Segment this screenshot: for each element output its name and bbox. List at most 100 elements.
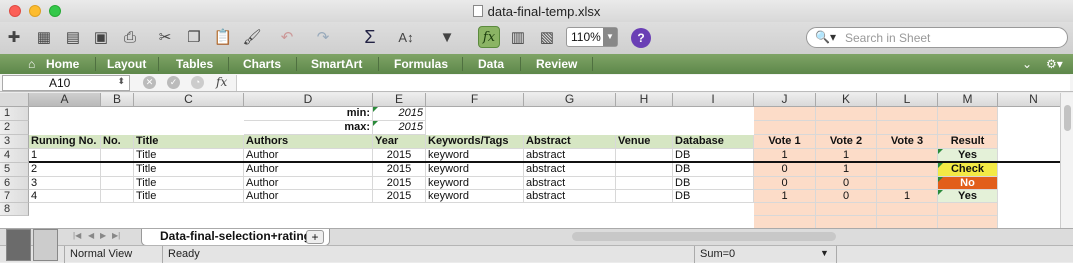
name-box[interactable]: A10 ⬍ [2, 75, 130, 91]
min-label[interactable]: min: [244, 107, 373, 121]
collapse-ribbon-icon[interactable]: ⌄ [1022, 57, 1032, 71]
select-all-corner[interactable] [0, 93, 29, 107]
vote-cell[interactable] [816, 203, 877, 216]
column-header-d[interactable]: D [244, 93, 373, 107]
running-no-cell[interactable]: 4 [29, 190, 101, 203]
venue-cell[interactable] [616, 163, 673, 177]
header-cell[interactable]: Vote 2 [816, 135, 877, 149]
row-header-5[interactable]: 5 [0, 163, 29, 177]
column-header-a[interactable]: A [29, 93, 101, 107]
insert-function-icon[interactable]: fx [216, 75, 227, 89]
cancel-formula-icon[interactable]: ✕ [143, 76, 156, 89]
row-header-2[interactable]: 2 [0, 121, 29, 135]
gear-icon[interactable]: ⚙▾ [1046, 57, 1063, 71]
header-cell[interactable]: Abstract [524, 135, 616, 149]
autosum-icon[interactable]: Σ [359, 26, 381, 48]
column-header-i[interactable]: I [673, 93, 754, 107]
header-cell[interactable]: Vote 3 [877, 135, 938, 149]
tab-home[interactable]: Home [46, 57, 79, 71]
tab-layout[interactable]: Layout [107, 57, 146, 71]
venue-cell[interactable] [616, 190, 673, 203]
worksheet-grid[interactable]: ABCDEFGHIJKLMN 12345678 min: 2015 max: 2015… [0, 93, 1060, 228]
vote1-cell[interactable]: 0 [754, 163, 816, 177]
next-sheet-icon[interactable]: ▶ [100, 231, 106, 240]
print-icon[interactable]: ⎙ [119, 26, 141, 48]
column-header-l[interactable]: L [877, 93, 938, 107]
result-cell[interactable]: No [938, 177, 998, 190]
title-cell[interactable]: Title [134, 177, 244, 190]
column-header-k[interactable]: K [816, 93, 877, 107]
no-cell[interactable] [101, 190, 134, 203]
row-header-7[interactable]: 7 [0, 190, 29, 203]
vertical-scrollbar[interactable] [1060, 93, 1073, 229]
venue-cell[interactable] [616, 177, 673, 190]
chevron-down-icon[interactable]: ▼ [820, 248, 829, 258]
header-cell[interactable]: Year [373, 135, 426, 149]
running-no-cell[interactable]: 2 [29, 163, 101, 177]
vote-cell[interactable] [754, 203, 816, 216]
open-folder-icon[interactable]: ▤ [62, 26, 84, 48]
confirm-formula-icon[interactable]: ✓ [167, 76, 180, 89]
prev-sheet-icon[interactable]: ◀ [88, 231, 94, 240]
vote-cell[interactable] [877, 107, 938, 121]
search-input[interactable]: 🔍▾ Search in Sheet [806, 27, 1068, 48]
row-header-8[interactable]: 8 [0, 203, 29, 216]
vote-cell[interactable] [754, 107, 816, 121]
vote-cell[interactable] [754, 216, 816, 228]
undo-icon[interactable]: ↶ [276, 26, 298, 48]
abstract-cell[interactable]: abstract [524, 190, 616, 203]
column-header-g[interactable]: G [524, 93, 616, 107]
formula-input[interactable] [236, 75, 1070, 91]
first-sheet-icon[interactable]: |◀ [73, 231, 81, 240]
vote2-cell[interactable]: 0 [816, 177, 877, 190]
title-cell[interactable]: Title [134, 190, 244, 203]
author-cell[interactable]: Author [244, 163, 373, 177]
vote3-cell[interactable] [877, 163, 938, 177]
normal-view-button[interactable] [6, 229, 31, 261]
vote2-cell[interactable]: 1 [816, 163, 877, 177]
zoom-select[interactable]: 110% ▼ [566, 27, 618, 47]
header-cell[interactable]: Authors [244, 135, 373, 149]
column-header-e[interactable]: E [373, 93, 426, 107]
row-header-3[interactable]: 3 [0, 135, 29, 149]
media-browser-icon[interactable]: ▧ [536, 26, 558, 48]
vote2-cell[interactable]: 0 [816, 190, 877, 203]
page-layout-view-button[interactable] [33, 229, 58, 261]
keyword-cell[interactable]: keyword [426, 177, 524, 190]
copy-icon[interactable]: ❐ [183, 26, 205, 48]
last-sheet-icon[interactable]: ▶| [112, 231, 120, 240]
column-header-j[interactable]: J [754, 93, 816, 107]
vote3-cell[interactable] [877, 177, 938, 190]
header-cell[interactable]: Venue [616, 135, 673, 149]
scroll-thumb[interactable] [1064, 105, 1071, 131]
result-cell[interactable] [938, 216, 998, 228]
vote-cell[interactable] [877, 216, 938, 228]
title-cell[interactable]: Title [134, 163, 244, 177]
tab-tables[interactable]: Tables [176, 57, 213, 71]
max-year-cell[interactable]: 2015 [373, 121, 426, 135]
result-cell[interactable] [938, 121, 998, 135]
no-cell[interactable] [101, 163, 134, 177]
column-header-h[interactable]: H [616, 93, 673, 107]
tab-data[interactable]: Data [478, 57, 504, 71]
min-year-cell[interactable]: 2015 [373, 107, 426, 121]
sum-readout[interactable]: Sum=0 [700, 248, 735, 260]
vote-cell[interactable] [816, 121, 877, 135]
year-cell[interactable]: 2015 [373, 163, 426, 177]
running-no-cell[interactable]: 3 [29, 177, 101, 190]
row-header-1[interactable]: 1 [0, 107, 29, 121]
function-icon[interactable]: fx [478, 26, 500, 48]
cut-icon[interactable]: ✂ [154, 26, 176, 48]
author-cell[interactable]: Author [244, 190, 373, 203]
vote-cell[interactable] [816, 216, 877, 228]
new-document-icon[interactable]: ✚ [3, 26, 25, 48]
result-cell[interactable]: Yes [938, 190, 998, 203]
header-cell[interactable]: Running No. [29, 135, 101, 149]
year-cell[interactable]: 2015 [373, 190, 426, 203]
vote-cell[interactable] [877, 203, 938, 216]
vote1-cell[interactable]: 1 [754, 190, 816, 203]
paste-icon[interactable]: 📋 [212, 26, 234, 48]
year-cell[interactable]: 2015 [373, 177, 426, 190]
filter-icon[interactable]: ▼ [436, 26, 458, 48]
database-cell[interactable]: DB [673, 163, 754, 177]
